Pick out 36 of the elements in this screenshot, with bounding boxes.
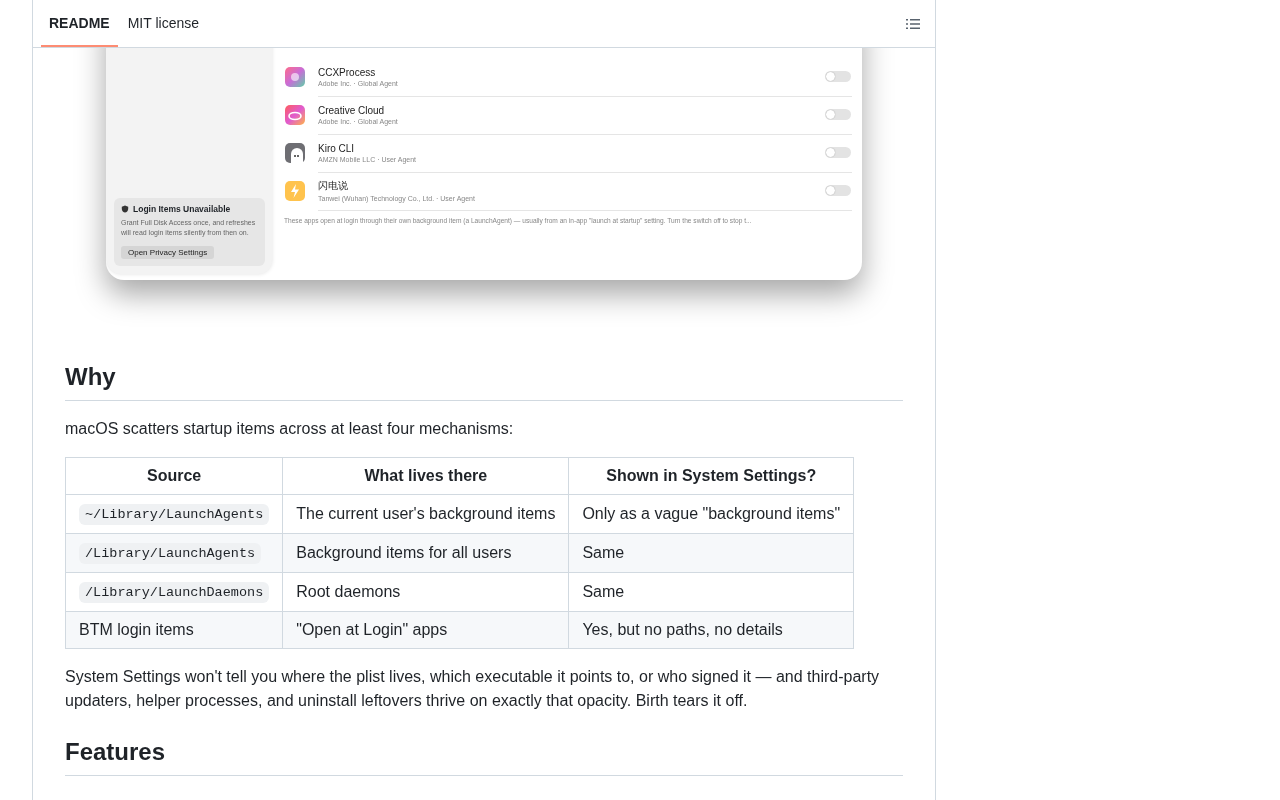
section-heading: Why [65,362,903,401]
shield-icon [121,205,129,214]
app-icon [284,66,306,88]
app-name: 闪电说 [318,179,349,193]
table-cell: /Library/LaunchDaemons [65,572,283,612]
tab[interactable]: MIT license [119,0,207,47]
table-cell: The current user's background items [282,494,569,534]
column-header: Source [65,457,283,495]
paragraph: System Settings won't tell you where the plist lives, which executable it points to, or who signed it — and third-party updaters, helper processes, and uninstall leftovers thrive on exactly that opacity. Birth tears it off. [65,667,881,711]
paragraph: macOS scatters startup items across at least four mechanisms: [65,419,515,439]
section-heading: Features [65,737,903,776]
ghost-icon [284,142,306,164]
lightning-icon [284,180,306,202]
toggle-switch[interactable] [825,71,851,82]
column-header: Shown in System Settings? [568,457,854,495]
privacy-settings-button[interactable]: Open Privacy Settings [121,246,215,259]
table-cell: ~/Library/LaunchAgents [65,494,283,534]
table-cell: "Open at Login" apps [282,611,569,649]
toggle-switch[interactable] [825,109,851,120]
tab[interactable]: README [41,0,118,47]
app-icon [284,104,306,126]
table-cell: Same [568,572,854,612]
table-cell: /Library/LaunchAgents [65,533,283,573]
toggle-switch[interactable] [825,185,851,196]
table-cell: Same [568,533,854,573]
app-name: CCXProcess [318,66,377,78]
table-cell: Only as a vague "background items" [568,494,854,534]
table-cell: BTM login items [65,611,283,649]
toggle-switch[interactable] [825,147,851,158]
notice-title: Login Items Unavailable [133,204,231,215]
table-cell: Background items for all users [282,533,569,573]
table-cell: Root daemons [282,572,569,612]
column-header: What lives there [282,457,569,495]
table-cell: Yes, but no paths, no details [568,611,854,649]
app-name: Creative Cloud [318,104,386,116]
app-name: Kiro CLI [318,142,356,154]
